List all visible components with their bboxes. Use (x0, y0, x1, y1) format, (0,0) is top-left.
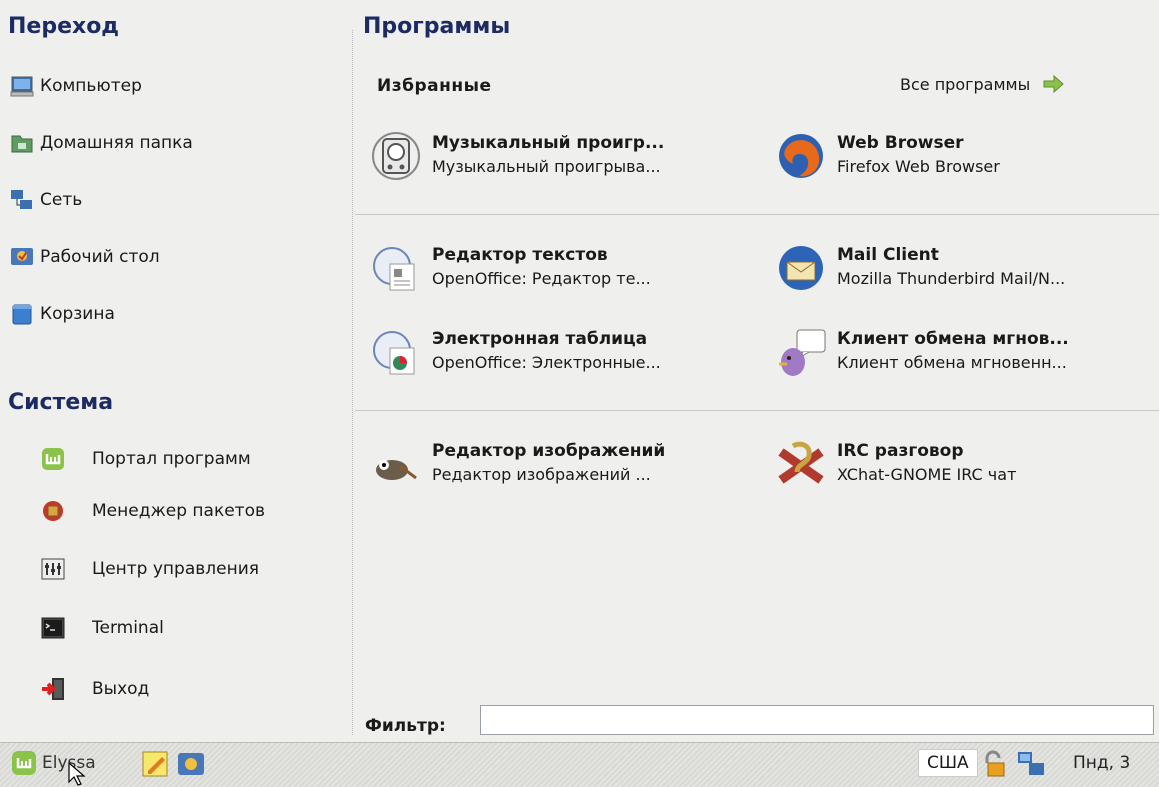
system-label: Выход (92, 679, 150, 699)
mint-software-icon (42, 448, 64, 470)
system-software-portal[interactable]: Портал программ (40, 446, 251, 472)
app-description: XChat-GNOME IRC чат (837, 465, 1017, 484)
fav-app-text-editor[interactable]: Редактор текстов OpenOffice: Редактор те.… (370, 242, 760, 304)
fav-app-instant-messenger[interactable]: Клиент обмена мгнов... Клиент обмена мгно… (775, 326, 1159, 388)
app-description: Клиент обмена мгновенн... (837, 353, 1067, 372)
control-center-icon (41, 558, 65, 580)
clock[interactable]: Пнд, 3 (1073, 753, 1130, 773)
app-name: Клиент обмена мгнов... (837, 329, 1069, 349)
programs-title: Программы (363, 14, 511, 39)
system-label: Центр управления (92, 559, 259, 579)
app-description: Firefox Web Browser (837, 157, 1000, 176)
mouse-cursor-icon (68, 762, 86, 786)
system-label: Менеджер пакетов (92, 501, 266, 521)
app-name: Mail Client (837, 245, 939, 265)
app-name: Редактор изображений (432, 441, 666, 461)
all-programs-button[interactable]: Все программы (900, 74, 1065, 94)
mint-logo-icon (12, 751, 36, 775)
system-title: Система (8, 390, 114, 415)
system-label: Terminal (92, 618, 164, 638)
system-control-center[interactable]: Центр управления (40, 556, 259, 582)
system-label: Портал программ (92, 449, 251, 469)
network-icon (11, 190, 32, 209)
place-computer[interactable]: Компьютер (10, 74, 142, 98)
package-manager-icon (43, 501, 63, 521)
app-description: Редактор изображений ... (432, 465, 651, 484)
music-player-icon (372, 132, 420, 180)
favorites-separator (355, 214, 1159, 215)
fav-app-mail-client[interactable]: Mail Client Mozilla Thunderbird Mail/N... (775, 242, 1159, 304)
favorites-separator (355, 410, 1159, 411)
desktop-icon (11, 248, 33, 265)
place-trash[interactable]: Корзина (10, 302, 115, 326)
places-panel: Переход Компьютер Домашняя папка Сеть Ра… (0, 0, 350, 742)
place-label: Компьютер (40, 76, 142, 96)
filter-label: Фильтр: (365, 716, 446, 736)
system-package-manager[interactable]: Менеджер пакетов (40, 498, 265, 524)
place-label: Домашняя папка (40, 133, 193, 153)
place-label: Сеть (40, 190, 83, 210)
fav-app-irc-chat[interactable]: IRC разговор XChat-GNOME IRC чат (775, 438, 1159, 500)
fav-app-image-editor[interactable]: Редактор изображений Редактор изображений… (370, 438, 760, 500)
fav-app-spreadsheet[interactable]: Электронная таблица OpenOffice: Электронн… (370, 326, 760, 388)
terminal-icon (41, 617, 65, 639)
system-logout[interactable]: Выход (40, 676, 149, 702)
app-description: OpenOffice: Электронные... (432, 353, 661, 372)
firefox-icon (779, 134, 823, 178)
trash-icon (12, 304, 32, 325)
filter-input[interactable] (480, 705, 1154, 735)
xchat-icon (778, 441, 824, 484)
network-status-icon[interactable] (1016, 749, 1046, 779)
place-label: Рабочий стол (40, 247, 160, 267)
app-name: IRC разговор (837, 441, 964, 461)
padlock-icon[interactable] (978, 749, 1008, 779)
gimp-icon (376, 460, 417, 480)
app-name: Электронная таблица (432, 329, 648, 349)
home-folder-icon (11, 135, 33, 153)
text-editor-launcher-icon[interactable] (140, 749, 170, 779)
place-label: Корзина (40, 304, 115, 324)
places-title: Переход (8, 14, 120, 39)
computer-icon (10, 76, 34, 97)
pidgin-icon (779, 329, 826, 376)
place-desktop[interactable]: Рабочий стол (10, 245, 160, 269)
calc-icon (373, 331, 415, 375)
programs-panel: Программы Избранные Все программы Музыка… (355, 0, 1159, 742)
app-description: Музыкальный проигрыва... (432, 157, 661, 176)
fav-app-web-browser[interactable]: Web Browser Firefox Web Browser (775, 130, 1159, 192)
place-network[interactable]: Сеть (10, 188, 82, 212)
all-programs-label: Все программы (900, 74, 1031, 94)
app-name: Редактор текстов (432, 245, 608, 265)
app-name: Музыкальный проигр... (432, 133, 665, 153)
thunderbird-icon (779, 246, 823, 290)
column-divider (352, 30, 353, 735)
taskbar: Elyssa США Пнд, 3 (0, 742, 1159, 787)
keyboard-layout-indicator[interactable]: США (918, 749, 978, 777)
favorites-title: Избранные (377, 76, 492, 96)
arrow-right-icon (1043, 74, 1065, 94)
logout-icon (42, 678, 64, 700)
show-desktop-icon[interactable] (176, 749, 206, 779)
place-home-folder[interactable]: Домашняя папка (10, 131, 193, 155)
app-name: Web Browser (837, 133, 964, 153)
app-description: OpenOffice: Редактор те... (432, 269, 651, 288)
app-description: Mozilla Thunderbird Mail/N... (837, 269, 1066, 288)
fav-app-music-player[interactable]: Музыкальный проигр... Музыкальный проигры… (370, 130, 760, 192)
system-terminal[interactable]: Terminal (40, 615, 164, 641)
writer-icon (373, 247, 415, 291)
